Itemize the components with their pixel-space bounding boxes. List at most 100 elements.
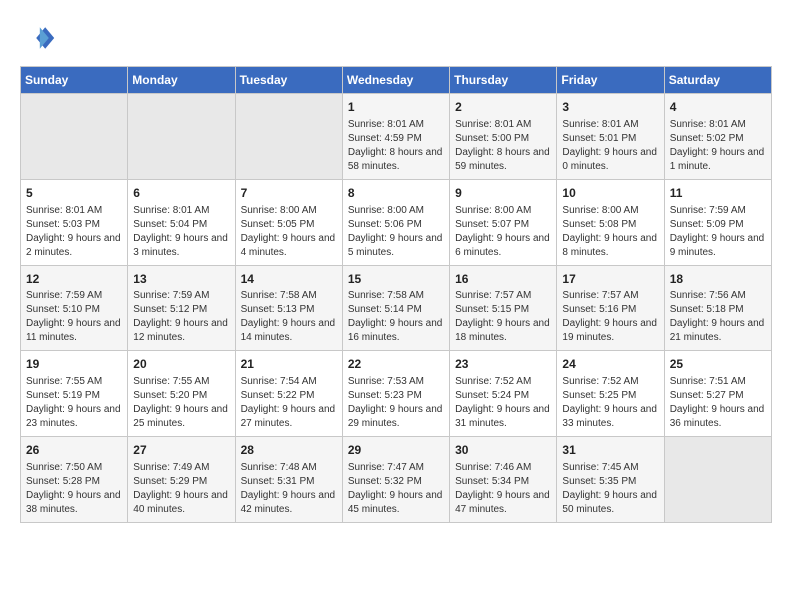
day-number: 13	[133, 271, 229, 288]
day-number: 5	[26, 185, 122, 202]
day-number: 1	[348, 99, 444, 116]
day-cell	[235, 94, 342, 180]
day-cell: 16Sunrise: 7:57 AM Sunset: 5:15 PM Dayli…	[450, 265, 557, 351]
day-info: Sunrise: 7:49 AM Sunset: 5:29 PM Dayligh…	[133, 461, 229, 517]
day-info: Sunrise: 7:53 AM Sunset: 5:23 PM Dayligh…	[348, 375, 444, 431]
day-info: Sunrise: 8:00 AM Sunset: 5:07 PM Dayligh…	[455, 204, 551, 260]
day-number: 2	[455, 99, 551, 116]
logo-icon	[20, 20, 56, 56]
header-sunday: Sunday	[21, 67, 128, 94]
day-cell: 17Sunrise: 7:57 AM Sunset: 5:16 PM Dayli…	[557, 265, 664, 351]
day-cell: 19 Sunrise: 7:55 AM Sunset: 5:19 PM Dayli…	[21, 351, 128, 437]
day-info: Sunrise: 8:00 AM Sunset: 5:06 PM Dayligh…	[348, 204, 444, 260]
week-row-5: 26 Sunrise: 7:50 AM Sunset: 5:28 PM Dayli…	[21, 437, 772, 523]
day-number: 19	[26, 356, 122, 373]
day-cell: 1 Sunrise: 8:01 AM Sunset: 4:59 PM Daylig…	[342, 94, 449, 180]
calendar-table: SundayMondayTuesdayWednesdayThursdayFrid…	[20, 66, 772, 523]
day-info: Sunrise: 8:00 AM Sunset: 5:05 PM Dayligh…	[241, 204, 337, 260]
day-info: Sunrise: 7:52 AM Sunset: 5:24 PM Dayligh…	[455, 375, 551, 431]
day-cell: 8 Sunrise: 8:00 AM Sunset: 5:06 PM Daylig…	[342, 179, 449, 265]
day-number: 22	[348, 356, 444, 373]
day-number: 24	[562, 356, 658, 373]
day-info: Sunrise: 7:54 AM Sunset: 5:22 PM Dayligh…	[241, 375, 337, 431]
day-number: 11	[670, 185, 766, 202]
day-info: Sunrise: 7:45 AM Sunset: 5:35 PM Dayligh…	[562, 461, 658, 517]
day-cell: 5 Sunrise: 8:01 AM Sunset: 5:03 PM Daylig…	[21, 179, 128, 265]
day-number: 7	[241, 185, 337, 202]
day-info: Sunrise: 7:57 AM Sunset: 5:16 PM Dayligh…	[562, 289, 658, 345]
day-number: 15	[348, 271, 444, 288]
day-info: Sunrise: 8:01 AM Sunset: 5:01 PM Dayligh…	[562, 118, 658, 174]
day-cell: 10 Sunrise: 8:00 AM Sunset: 5:08 PM Dayli…	[557, 179, 664, 265]
week-row-1: 1 Sunrise: 8:01 AM Sunset: 4:59 PM Daylig…	[21, 94, 772, 180]
day-number: 27	[133, 442, 229, 459]
day-cell: 31 Sunrise: 7:45 AM Sunset: 5:35 PM Dayli…	[557, 437, 664, 523]
day-number: 17	[562, 271, 658, 288]
day-number: 31	[562, 442, 658, 459]
day-number: 14	[241, 271, 337, 288]
day-number: 28	[241, 442, 337, 459]
day-cell: 6Sunrise: 8:01 AM Sunset: 5:04 PM Daylig…	[128, 179, 235, 265]
day-info: Sunrise: 7:47 AM Sunset: 5:32 PM Dayligh…	[348, 461, 444, 517]
day-cell: 3 Sunrise: 8:01 AM Sunset: 5:01 PM Daylig…	[557, 94, 664, 180]
header-saturday: Saturday	[664, 67, 771, 94]
logo	[20, 20, 60, 56]
day-number: 20	[133, 356, 229, 373]
day-info: Sunrise: 8:01 AM Sunset: 5:03 PM Dayligh…	[26, 204, 122, 260]
day-cell: 26 Sunrise: 7:50 AM Sunset: 5:28 PM Dayli…	[21, 437, 128, 523]
day-cell: 18Sunrise: 7:56 AM Sunset: 5:18 PM Dayli…	[664, 265, 771, 351]
week-row-4: 19 Sunrise: 7:55 AM Sunset: 5:19 PM Dayli…	[21, 351, 772, 437]
header-wednesday: Wednesday	[342, 67, 449, 94]
day-number: 12	[26, 271, 122, 288]
day-number: 3	[562, 99, 658, 116]
day-number: 18	[670, 271, 766, 288]
day-info: Sunrise: 7:48 AM Sunset: 5:31 PM Dayligh…	[241, 461, 337, 517]
day-cell: 2 Sunrise: 8:01 AM Sunset: 5:00 PM Daylig…	[450, 94, 557, 180]
week-row-3: 12Sunrise: 7:59 AM Sunset: 5:10 PM Dayli…	[21, 265, 772, 351]
day-number: 25	[670, 356, 766, 373]
day-info: Sunrise: 7:52 AM Sunset: 5:25 PM Dayligh…	[562, 375, 658, 431]
day-cell: 13Sunrise: 7:59 AM Sunset: 5:12 PM Dayli…	[128, 265, 235, 351]
day-info: Sunrise: 8:00 AM Sunset: 5:08 PM Dayligh…	[562, 204, 658, 260]
day-info: Sunrise: 7:51 AM Sunset: 5:27 PM Dayligh…	[670, 375, 766, 431]
header-monday: Monday	[128, 67, 235, 94]
day-cell	[21, 94, 128, 180]
day-number: 26	[26, 442, 122, 459]
day-info: Sunrise: 8:01 AM Sunset: 5:00 PM Dayligh…	[455, 118, 551, 174]
day-info: Sunrise: 7:55 AM Sunset: 5:19 PM Dayligh…	[26, 375, 122, 431]
day-info: Sunrise: 7:56 AM Sunset: 5:18 PM Dayligh…	[670, 289, 766, 345]
day-cell: 4 Sunrise: 8:01 AM Sunset: 5:02 PM Daylig…	[664, 94, 771, 180]
day-number: 6	[133, 185, 229, 202]
day-cell: 23 Sunrise: 7:52 AM Sunset: 5:24 PM Dayli…	[450, 351, 557, 437]
day-number: 4	[670, 99, 766, 116]
day-cell: 22 Sunrise: 7:53 AM Sunset: 5:23 PM Dayli…	[342, 351, 449, 437]
day-info: Sunrise: 8:01 AM Sunset: 5:02 PM Dayligh…	[670, 118, 766, 174]
page-header	[20, 20, 772, 56]
day-cell: 24 Sunrise: 7:52 AM Sunset: 5:25 PM Dayli…	[557, 351, 664, 437]
day-number: 23	[455, 356, 551, 373]
day-cell	[128, 94, 235, 180]
day-info: Sunrise: 7:59 AM Sunset: 5:10 PM Dayligh…	[26, 289, 122, 345]
week-row-2: 5 Sunrise: 8:01 AM Sunset: 5:03 PM Daylig…	[21, 179, 772, 265]
day-number: 30	[455, 442, 551, 459]
day-info: Sunrise: 7:50 AM Sunset: 5:28 PM Dayligh…	[26, 461, 122, 517]
day-cell: 12Sunrise: 7:59 AM Sunset: 5:10 PM Dayli…	[21, 265, 128, 351]
day-info: Sunrise: 7:55 AM Sunset: 5:20 PM Dayligh…	[133, 375, 229, 431]
day-number: 9	[455, 185, 551, 202]
day-cell: 11 Sunrise: 7:59 AM Sunset: 5:09 PM Dayli…	[664, 179, 771, 265]
day-info: Sunrise: 8:01 AM Sunset: 4:59 PM Dayligh…	[348, 118, 444, 174]
day-number: 29	[348, 442, 444, 459]
day-info: Sunrise: 7:59 AM Sunset: 5:09 PM Dayligh…	[670, 204, 766, 260]
calendar-header-row: SundayMondayTuesdayWednesdayThursdayFrid…	[21, 67, 772, 94]
day-info: Sunrise: 7:58 AM Sunset: 5:14 PM Dayligh…	[348, 289, 444, 345]
header-thursday: Thursday	[450, 67, 557, 94]
day-number: 10	[562, 185, 658, 202]
day-number: 16	[455, 271, 551, 288]
day-number: 21	[241, 356, 337, 373]
day-cell: 21 Sunrise: 7:54 AM Sunset: 5:22 PM Dayli…	[235, 351, 342, 437]
day-number: 8	[348, 185, 444, 202]
day-cell: 25 Sunrise: 7:51 AM Sunset: 5:27 PM Dayli…	[664, 351, 771, 437]
day-cell: 20 Sunrise: 7:55 AM Sunset: 5:20 PM Dayli…	[128, 351, 235, 437]
day-cell: 14Sunrise: 7:58 AM Sunset: 5:13 PM Dayli…	[235, 265, 342, 351]
header-friday: Friday	[557, 67, 664, 94]
